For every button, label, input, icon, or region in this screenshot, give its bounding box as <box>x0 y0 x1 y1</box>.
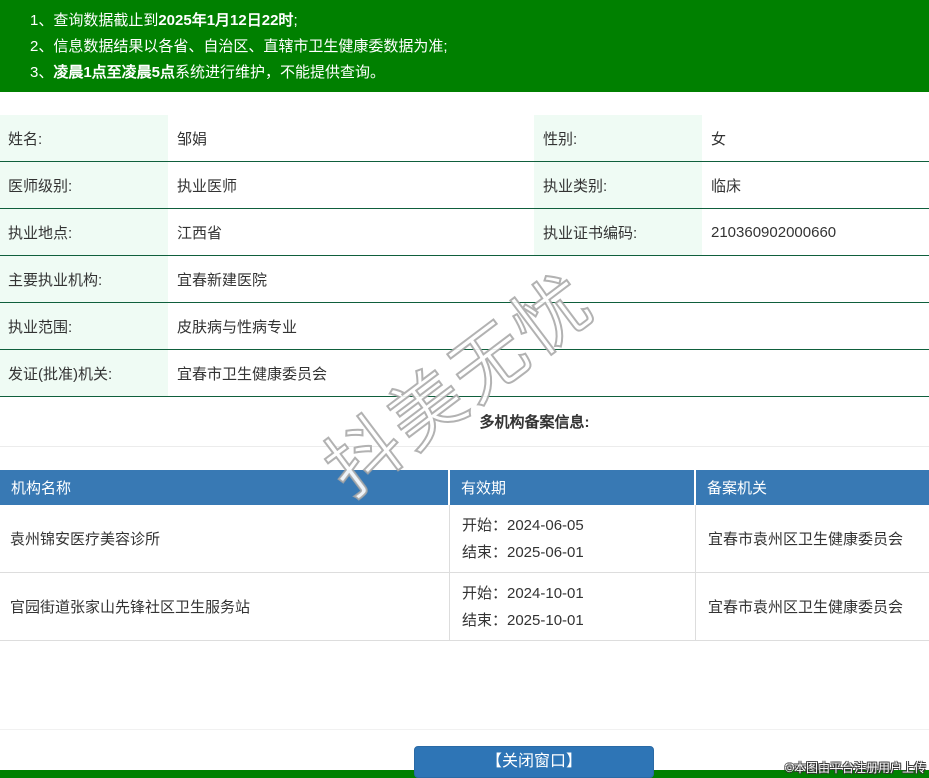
field-value-main-institution: 宜春新建医院 <box>177 271 268 289</box>
field-value-doctor-level: 执业医师 <box>177 177 238 195</box>
field-value-practice-location: 江西省 <box>177 224 223 242</box>
field-label-practice-category: 执业类别: <box>534 162 702 208</box>
close-window-button[interactable]: 【关闭窗口】 <box>414 746 654 778</box>
filing-table: 机构名称 有效期 备案机关 袁州锦安医疗美容诊所 开始：2024-06-05 结… <box>0 470 929 641</box>
notice-line-3: 3、凌晨1点至凌晨5点系统进行维护，不能提供查询。 <box>30 60 919 86</box>
field-label-practice-scope: 执业范围: <box>0 303 168 349</box>
notice-line-1-post: ; <box>293 12 298 29</box>
field-label-main-institution: 主要执业机构: <box>0 256 168 302</box>
info-row-name-gender: 姓名: 邹娟 性别: 女 <box>0 115 929 162</box>
filing-header-validity: 有效期 <box>450 470 694 505</box>
notice-line-2-text: 2、信息数据结果以各省、自治区、直辖市卫生健康委数据为准; <box>30 38 448 55</box>
validity-cell: 开始：2024-06-05 结束：2025-06-01 <box>450 505 696 572</box>
field-value-practice-scope: 皮肤病与性病专业 <box>177 318 298 336</box>
notice-line-1-bold: 2025年1月12日22时 <box>158 12 294 29</box>
field-label-issuing-authority: 发证(批准)机关: <box>0 350 168 396</box>
copyright-note: ©本图由平台注册用户上传 <box>785 761 926 775</box>
validity-cell: 开始：2024-10-01 结束：2025-10-01 <box>450 573 696 640</box>
field-label-practice-location: 执业地点: <box>0 209 168 255</box>
info-row-issuing-authority: 发证(批准)机关: 宜春市卫生健康委员会 <box>0 350 929 397</box>
field-value-practice-category: 临床 <box>711 177 742 195</box>
validity-start: 开始：2024-06-05 <box>462 516 584 534</box>
info-row-level-category: 医师级别: 执业医师 执业类别: 临床 <box>0 162 929 209</box>
org-name-cell: 袁州锦安医疗美容诊所 <box>0 505 450 572</box>
practitioner-info-table: 姓名: 邹娟 性别: 女 医师级别: 执业医师 执业类别: 临床 执业地点: 江… <box>0 115 929 397</box>
info-row-main-institution: 主要执业机构: 宜春新建医院 <box>0 256 929 303</box>
notice-line-3-text: 3、 <box>30 64 54 81</box>
notice-line-2: 2、信息数据结果以各省、自治区、直辖市卫生健康委数据为准; <box>30 34 919 60</box>
notice-banner: 1、查询数据截止到2025年1月12日22时; 2、信息数据结果以各省、自治区、… <box>0 0 929 92</box>
org-name-cell: 官园街道张家山先锋社区卫生服务站 <box>0 573 450 640</box>
field-label-certificate-no: 执业证书编码: <box>534 209 702 255</box>
filing-header-authority: 备案机关 <box>696 470 929 505</box>
field-value-certificate-no: 210360902000660 <box>711 223 837 241</box>
filing-header-row: 机构名称 有效期 备案机关 <box>0 470 929 505</box>
filing-row-1: 袁州锦安医疗美容诊所 开始：2024-06-05 结束：2025-06-01 宜… <box>0 505 929 573</box>
info-row-location-cert: 执业地点: 江西省 执业证书编码: 210360902000660 <box>0 209 929 256</box>
authority-cell: 宜春市袁州区卫生健康委员会 <box>708 531 904 548</box>
field-value-issuing-authority: 宜春市卫生健康委员会 <box>177 365 328 383</box>
notice-line-1: 1、查询数据截止到2025年1月12日22时; <box>30 8 919 34</box>
validity-end: 结束：2025-10-01 <box>462 611 584 629</box>
validity-end: 结束：2025-06-01 <box>462 543 584 561</box>
field-label-gender: 性别: <box>534 115 702 161</box>
filing-header-org: 机构名称 <box>0 470 448 505</box>
field-label-name: 姓名: <box>0 115 168 161</box>
field-value-name: 邹娟 <box>177 130 208 148</box>
info-row-practice-scope: 执业范围: 皮肤病与性病专业 <box>0 303 929 350</box>
notice-line-3-bold: 凌晨1点至凌晨5点 <box>53 64 176 81</box>
notice-line-1-text: 1、查询数据截止到 <box>30 12 159 29</box>
validity-start: 开始：2024-10-01 <box>462 584 584 602</box>
footer-divider <box>0 729 929 730</box>
field-value-gender: 女 <box>711 130 727 148</box>
filing-section-title: 多机构备案信息: <box>0 397 929 447</box>
notice-line-3-post: 系统进行维护，不能提供查询。 <box>175 64 386 81</box>
authority-cell: 宜春市袁州区卫生健康委员会 <box>708 599 904 616</box>
field-label-doctor-level: 医师级别: <box>0 162 168 208</box>
filing-row-2: 官园街道张家山先锋社区卫生服务站 开始：2024-10-01 结束：2025-1… <box>0 573 929 641</box>
